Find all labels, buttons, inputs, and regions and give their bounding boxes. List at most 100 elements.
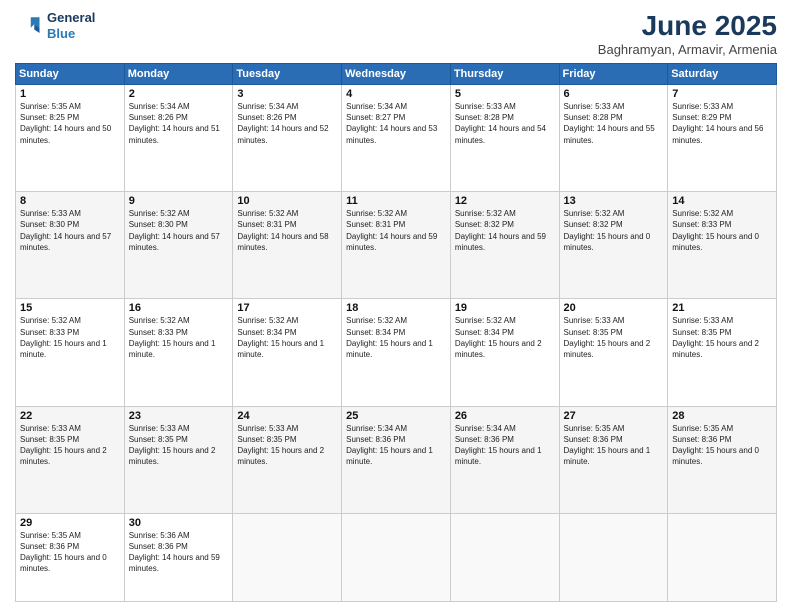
col-header-sunday: Sunday — [16, 64, 125, 85]
day-number: 30 — [129, 517, 229, 529]
cell-details: Sunrise: 5:34 AMSunset: 8:36 PMDaylight:… — [455, 423, 555, 468]
calendar-cell: 12Sunrise: 5:32 AMSunset: 8:32 PMDayligh… — [450, 192, 559, 299]
cell-details: Sunrise: 5:33 AMSunset: 8:35 PMDaylight:… — [564, 315, 664, 360]
col-header-thursday: Thursday — [450, 64, 559, 85]
calendar-cell — [233, 513, 342, 601]
day-number: 5 — [455, 88, 555, 100]
logo-icon — [15, 12, 43, 40]
day-number: 29 — [20, 517, 120, 529]
calendar-cell: 11Sunrise: 5:32 AMSunset: 8:31 PMDayligh… — [342, 192, 451, 299]
calendar-cell — [668, 513, 777, 601]
cell-details: Sunrise: 5:33 AMSunset: 8:35 PMDaylight:… — [129, 423, 229, 468]
day-number: 11 — [346, 195, 446, 207]
day-number: 20 — [564, 302, 664, 314]
day-number: 14 — [672, 195, 772, 207]
day-number: 12 — [455, 195, 555, 207]
calendar-cell: 19Sunrise: 5:32 AMSunset: 8:34 PMDayligh… — [450, 299, 559, 406]
calendar-week-row: 15Sunrise: 5:32 AMSunset: 8:33 PMDayligh… — [16, 299, 777, 406]
day-number: 18 — [346, 302, 446, 314]
calendar-cell: 13Sunrise: 5:32 AMSunset: 8:32 PMDayligh… — [559, 192, 668, 299]
calendar-week-row: 29Sunrise: 5:35 AMSunset: 8:36 PMDayligh… — [16, 513, 777, 601]
cell-details: Sunrise: 5:32 AMSunset: 8:33 PMDaylight:… — [129, 315, 229, 360]
calendar-cell: 30Sunrise: 5:36 AMSunset: 8:36 PMDayligh… — [124, 513, 233, 601]
calendar-cell: 5Sunrise: 5:33 AMSunset: 8:28 PMDaylight… — [450, 85, 559, 192]
calendar-cell: 23Sunrise: 5:33 AMSunset: 8:35 PMDayligh… — [124, 406, 233, 513]
calendar-cell: 16Sunrise: 5:32 AMSunset: 8:33 PMDayligh… — [124, 299, 233, 406]
calendar-cell: 8Sunrise: 5:33 AMSunset: 8:30 PMDaylight… — [16, 192, 125, 299]
calendar-cell: 9Sunrise: 5:32 AMSunset: 8:30 PMDaylight… — [124, 192, 233, 299]
calendar-cell: 22Sunrise: 5:33 AMSunset: 8:35 PMDayligh… — [16, 406, 125, 513]
day-number: 7 — [672, 88, 772, 100]
calendar-cell: 27Sunrise: 5:35 AMSunset: 8:36 PMDayligh… — [559, 406, 668, 513]
cell-details: Sunrise: 5:33 AMSunset: 8:28 PMDaylight:… — [564, 101, 664, 146]
logo-text: General Blue — [47, 10, 95, 41]
cell-details: Sunrise: 5:32 AMSunset: 8:33 PMDaylight:… — [20, 315, 120, 360]
calendar-cell: 18Sunrise: 5:32 AMSunset: 8:34 PMDayligh… — [342, 299, 451, 406]
calendar-header-row: SundayMondayTuesdayWednesdayThursdayFrid… — [16, 64, 777, 85]
day-number: 21 — [672, 302, 772, 314]
day-number: 6 — [564, 88, 664, 100]
cell-details: Sunrise: 5:35 AMSunset: 8:36 PMDaylight:… — [564, 423, 664, 468]
cell-details: Sunrise: 5:33 AMSunset: 8:29 PMDaylight:… — [672, 101, 772, 146]
calendar-cell: 28Sunrise: 5:35 AMSunset: 8:36 PMDayligh… — [668, 406, 777, 513]
cell-details: Sunrise: 5:33 AMSunset: 8:30 PMDaylight:… — [20, 208, 120, 253]
calendar-cell: 2Sunrise: 5:34 AMSunset: 8:26 PMDaylight… — [124, 85, 233, 192]
day-number: 4 — [346, 88, 446, 100]
cell-details: Sunrise: 5:35 AMSunset: 8:36 PMDaylight:… — [672, 423, 772, 468]
day-number: 13 — [564, 195, 664, 207]
col-header-tuesday: Tuesday — [233, 64, 342, 85]
cell-details: Sunrise: 5:33 AMSunset: 8:35 PMDaylight:… — [20, 423, 120, 468]
calendar-table: SundayMondayTuesdayWednesdayThursdayFrid… — [15, 63, 777, 602]
page: General Blue June 2025 Baghramyan, Armav… — [0, 0, 792, 612]
cell-details: Sunrise: 5:34 AMSunset: 8:26 PMDaylight:… — [237, 101, 337, 146]
day-number: 24 — [237, 410, 337, 422]
cell-details: Sunrise: 5:32 AMSunset: 8:34 PMDaylight:… — [346, 315, 446, 360]
cell-details: Sunrise: 5:34 AMSunset: 8:26 PMDaylight:… — [129, 101, 229, 146]
calendar-cell — [450, 513, 559, 601]
cell-details: Sunrise: 5:36 AMSunset: 8:36 PMDaylight:… — [129, 530, 229, 575]
day-number: 28 — [672, 410, 772, 422]
cell-details: Sunrise: 5:35 AMSunset: 8:36 PMDaylight:… — [20, 530, 120, 575]
cell-details: Sunrise: 5:32 AMSunset: 8:34 PMDaylight:… — [455, 315, 555, 360]
calendar-week-row: 8Sunrise: 5:33 AMSunset: 8:30 PMDaylight… — [16, 192, 777, 299]
day-number: 3 — [237, 88, 337, 100]
calendar-cell: 1Sunrise: 5:35 AMSunset: 8:25 PMDaylight… — [16, 85, 125, 192]
cell-details: Sunrise: 5:32 AMSunset: 8:31 PMDaylight:… — [346, 208, 446, 253]
calendar-cell — [559, 513, 668, 601]
day-number: 26 — [455, 410, 555, 422]
calendar-cell: 17Sunrise: 5:32 AMSunset: 8:34 PMDayligh… — [233, 299, 342, 406]
cell-details: Sunrise: 5:32 AMSunset: 8:31 PMDaylight:… — [237, 208, 337, 253]
day-number: 10 — [237, 195, 337, 207]
cell-details: Sunrise: 5:32 AMSunset: 8:33 PMDaylight:… — [672, 208, 772, 253]
calendar-cell: 29Sunrise: 5:35 AMSunset: 8:36 PMDayligh… — [16, 513, 125, 601]
logo-line2: Blue — [47, 26, 95, 42]
cell-details: Sunrise: 5:33 AMSunset: 8:35 PMDaylight:… — [237, 423, 337, 468]
calendar-cell — [342, 513, 451, 601]
calendar-cell: 4Sunrise: 5:34 AMSunset: 8:27 PMDaylight… — [342, 85, 451, 192]
cell-details: Sunrise: 5:34 AMSunset: 8:36 PMDaylight:… — [346, 423, 446, 468]
logo-line1: General — [47, 10, 95, 26]
calendar-cell: 24Sunrise: 5:33 AMSunset: 8:35 PMDayligh… — [233, 406, 342, 513]
calendar-cell: 14Sunrise: 5:32 AMSunset: 8:33 PMDayligh… — [668, 192, 777, 299]
header: General Blue June 2025 Baghramyan, Armav… — [15, 10, 777, 57]
day-number: 8 — [20, 195, 120, 207]
calendar-cell: 10Sunrise: 5:32 AMSunset: 8:31 PMDayligh… — [233, 192, 342, 299]
col-header-wednesday: Wednesday — [342, 64, 451, 85]
logo: General Blue — [15, 10, 95, 41]
month-title: June 2025 — [598, 10, 777, 42]
calendar-cell: 20Sunrise: 5:33 AMSunset: 8:35 PMDayligh… — [559, 299, 668, 406]
calendar-cell: 6Sunrise: 5:33 AMSunset: 8:28 PMDaylight… — [559, 85, 668, 192]
day-number: 22 — [20, 410, 120, 422]
calendar-cell: 7Sunrise: 5:33 AMSunset: 8:29 PMDaylight… — [668, 85, 777, 192]
title-block: June 2025 Baghramyan, Armavir, Armenia — [598, 10, 777, 57]
location-subtitle: Baghramyan, Armavir, Armenia — [598, 42, 777, 57]
calendar-cell: 3Sunrise: 5:34 AMSunset: 8:26 PMDaylight… — [233, 85, 342, 192]
calendar-cell: 26Sunrise: 5:34 AMSunset: 8:36 PMDayligh… — [450, 406, 559, 513]
cell-details: Sunrise: 5:32 AMSunset: 8:30 PMDaylight:… — [129, 208, 229, 253]
day-number: 16 — [129, 302, 229, 314]
col-header-monday: Monday — [124, 64, 233, 85]
day-number: 1 — [20, 88, 120, 100]
calendar-cell: 25Sunrise: 5:34 AMSunset: 8:36 PMDayligh… — [342, 406, 451, 513]
cell-details: Sunrise: 5:32 AMSunset: 8:32 PMDaylight:… — [455, 208, 555, 253]
day-number: 19 — [455, 302, 555, 314]
